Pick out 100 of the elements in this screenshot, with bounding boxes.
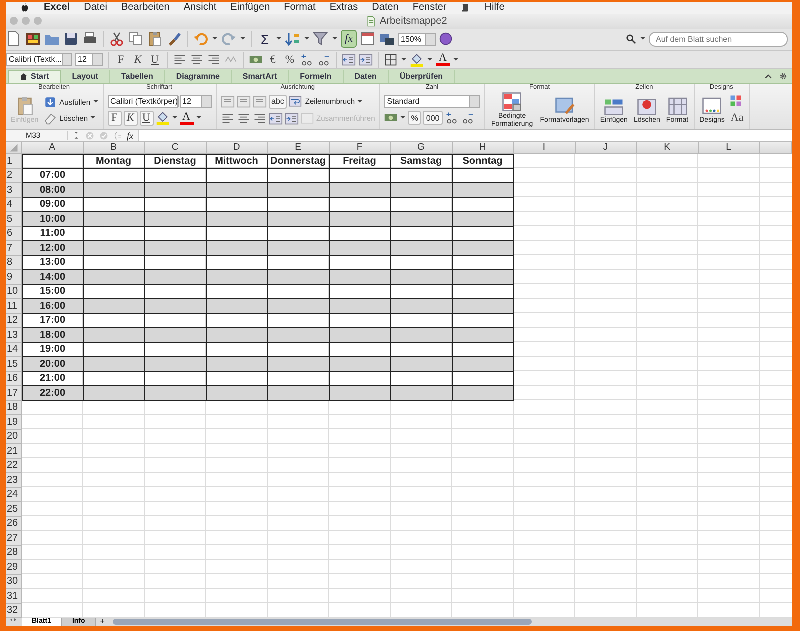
column-header[interactable]: G [391,142,452,154]
row-header[interactable]: 19 [6,415,22,430]
row-header[interactable]: 22 [6,458,22,474]
column-header[interactable]: A [22,142,84,154]
script-icon[interactable] [460,2,471,13]
decrease-indent-icon[interactable] [268,112,282,126]
add-sheet-button[interactable]: + [96,618,109,626]
row-header[interactable]: 28 [6,546,22,560]
ribbon-tab[interactable]: SmartArt [232,70,290,83]
row-header[interactable]: 31 [6,589,22,604]
column-header[interactable]: B [84,142,145,154]
theme-fonts-button[interactable]: Aa [730,110,745,126]
row-header[interactable]: 4 [6,198,22,212]
apple-icon[interactable] [20,2,30,13]
ribbon-tab[interactable]: Überprüfen [388,70,456,83]
italic-button[interactable]: K [124,110,138,126]
column-header[interactable]: F [330,142,391,154]
row-header[interactable]: 32 [6,604,22,618]
bold-button[interactable]: F [108,110,122,126]
menu-item[interactable]: Fenster [412,2,447,14]
row-header[interactable]: 23 [6,473,22,488]
font-size-dropdown[interactable]: 12 [75,53,103,66]
row-header[interactable]: 9 [6,270,22,285]
new-document-icon[interactable] [6,31,22,48]
row-header[interactable]: 25 [6,502,22,517]
font-dropdown[interactable]: Calibri (Textk... [6,53,72,66]
orientation-button[interactable]: abc [268,94,288,109]
dropdown-caret-icon[interactable] [640,36,646,42]
menu-item[interactable]: Excel [44,2,70,14]
align-left-icon[interactable] [173,52,187,67]
dropdown-caret-icon[interactable] [212,36,218,42]
scissors-icon[interactable] [109,31,125,48]
row-header[interactable]: 1 [6,154,22,169]
ribbon-tab[interactable]: Formeln [289,70,344,83]
font-color-button[interactable]: A [436,53,450,66]
row-header[interactable]: 18 [6,400,22,416]
align-center-icon[interactable] [190,52,204,67]
search-icon[interactable] [626,34,637,45]
dropdown-caret-icon[interactable] [400,115,406,122]
ribbon-tab[interactable]: Tabellen [110,70,166,83]
copy-icon[interactable] [128,31,144,48]
formula-field[interactable] [138,130,792,142]
decrease-decimal-icon[interactable] [460,111,475,126]
dropdown-caret-icon[interactable] [276,36,282,42]
search-field[interactable]: Auf dem Blatt suchen [649,32,788,47]
font-color-button[interactable]: A [180,112,194,125]
row-header[interactable]: 11 [6,299,22,314]
bold-button[interactable]: F [114,52,128,68]
row-header[interactable]: 16 [6,372,22,386]
row-header[interactable]: 12 [6,314,22,328]
dropdown-caret-icon[interactable] [332,36,338,42]
column-header[interactable]: D [206,142,268,154]
dropdown-caret-icon[interactable] [453,56,459,63]
menu-item[interactable]: Daten [372,2,399,14]
increase-indent-icon[interactable] [284,112,298,126]
dropdown-caret-icon[interactable] [240,36,246,42]
dropdown-caret-icon[interactable] [304,36,310,42]
menu-item[interactable]: Bearbeiten [122,2,170,14]
help-icon[interactable] [439,32,453,46]
ribbon-tab[interactable]: Layout [61,70,110,83]
menu-item[interactable]: Extras [330,2,358,14]
ribbon-tab[interactable]: Diagramme [165,70,232,83]
row-header[interactable]: 14 [6,342,22,358]
row-header[interactable]: 6 [6,226,22,242]
underline-button[interactable]: U [148,52,162,68]
menu-item[interactable]: Einfügen [230,2,270,14]
row-header[interactable]: 8 [6,256,22,270]
filter-icon[interactable] [313,31,329,48]
save-icon[interactable] [63,31,79,48]
font-size-dropdown[interactable]: 12 [180,94,212,108]
zoom-dropdown[interactable]: 150% [398,32,436,46]
ribbon-tab[interactable]: Daten [344,70,389,83]
align-right-icon[interactable] [252,112,266,126]
row-header[interactable]: 3 [6,183,22,198]
gallery-icon[interactable] [25,31,41,48]
row-header[interactable]: 7 [6,241,22,256]
menu-item[interactable]: Datei [84,2,108,14]
fill-color-icon[interactable] [410,52,424,67]
row-header[interactable]: 26 [6,516,22,532]
row-header[interactable]: 13 [6,328,22,343]
align-bottom-icon[interactable] [252,94,266,109]
row-header[interactable]: 17 [6,386,22,401]
dropdown-caret-icon[interactable] [92,99,98,106]
percent-button[interactable]: % [408,111,422,126]
column-header[interactable]: E [268,142,330,154]
theme-colors-icon[interactable] [730,95,742,108]
increase-indent-icon[interactable] [359,52,373,67]
align-middle-icon[interactable] [236,94,250,109]
formula-builder-button[interactable]: fx [341,30,357,48]
column-header[interactable]: J [576,142,637,154]
row-header[interactable]: 20 [6,430,22,444]
row-header[interactable]: 30 [6,574,22,590]
increase-decimal-icon[interactable] [444,111,459,126]
dropdown-caret-icon[interactable] [90,115,96,122]
row-header[interactable]: 2 [6,168,22,184]
row-header[interactable]: 10 [6,284,22,300]
insert-function-button[interactable]: fx [127,130,134,141]
thousands-button[interactable]: 000 [423,111,443,126]
increase-decimal-icon[interactable] [300,52,314,67]
menu-item[interactable]: Ansicht [184,2,217,14]
